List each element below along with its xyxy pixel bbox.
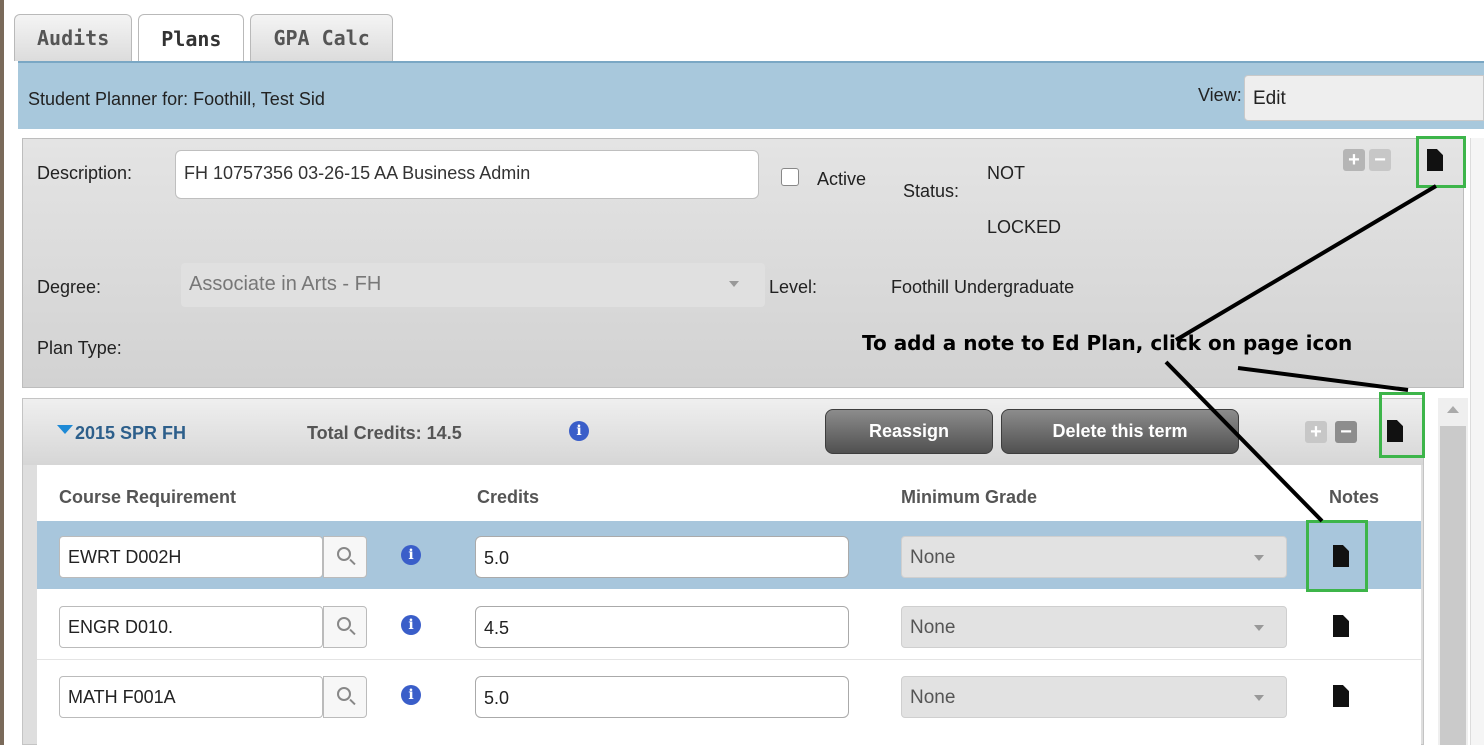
- minimum-grade-select[interactable]: None: [901, 536, 1287, 578]
- course-info-icon[interactable]: i: [401, 615, 421, 635]
- col-credits: Credits: [477, 487, 540, 507]
- row-divider: [37, 659, 1421, 660]
- active-checkbox[interactable]: [781, 168, 799, 186]
- col-course-requirement: Course Requirement: [59, 487, 237, 507]
- course-input[interactable]: MATH F001A: [59, 676, 323, 718]
- remove-plan-button[interactable]: −: [1369, 149, 1391, 171]
- description-input[interactable]: FH 10757356 03-26-15 AA Business Admin: [175, 150, 759, 199]
- tab-plans[interactable]: Plans: [138, 14, 245, 63]
- status-value-line1: NOT: [987, 163, 1025, 183]
- credits-input[interactable]: 5.0: [475, 676, 849, 718]
- course-note-page-icon[interactable]: [1333, 615, 1349, 637]
- add-course-button[interactable]: +: [1305, 421, 1327, 443]
- chevron-down-icon: [1254, 695, 1264, 701]
- search-icon-handle: [349, 558, 356, 566]
- highlight-box-term-note: [1379, 392, 1425, 458]
- col-minimum-grade: Minimum Grade: [901, 487, 1038, 507]
- add-plan-button[interactable]: +: [1343, 149, 1365, 171]
- course-search-button[interactable]: [323, 606, 367, 648]
- scroll-thumb[interactable]: [1440, 426, 1466, 745]
- page-scrollbar[interactable]: [1470, 138, 1484, 745]
- reassign-button[interactable]: Reassign: [825, 409, 993, 454]
- plan-type-label: Plan Type:: [37, 338, 122, 358]
- course-search-button[interactable]: [323, 676, 367, 718]
- active-label: Active: [817, 169, 867, 189]
- description-label: Description:: [37, 163, 133, 183]
- credits-input[interactable]: 5.0: [475, 536, 849, 578]
- view-select[interactable]: Edit: [1244, 75, 1484, 121]
- degree-select[interactable]: Associate in Arts - FH: [181, 263, 765, 307]
- term-title[interactable]: 2015 SPR FH: [75, 423, 186, 444]
- term-header: 2015 SPR FH Total Credits: 14.5 i Reassi…: [23, 399, 1423, 465]
- level-value: Foothill Undergraduate: [891, 277, 1075, 297]
- tab-audits[interactable]: Audits: [14, 14, 133, 61]
- course-note-page-icon[interactable]: [1333, 685, 1349, 707]
- table-row[interactable]: MATH F001A i 5.0 None: [37, 661, 1421, 729]
- course-info-icon[interactable]: i: [401, 685, 421, 705]
- level-label: Level:: [769, 277, 818, 297]
- chevron-down-icon: [1254, 625, 1264, 631]
- degree-label: Degree:: [37, 277, 102, 297]
- minimum-grade-select[interactable]: None: [901, 676, 1287, 718]
- status-value-line2: LOCKED: [987, 217, 1062, 237]
- term-info-icon[interactable]: i: [569, 421, 589, 441]
- page-title: Student Planner for: Foothill, Test Sid: [28, 89, 325, 109]
- term-panel: 2015 SPR FH Total Credits: 14.5 i Reassi…: [22, 398, 1424, 745]
- search-icon-handle: [349, 628, 356, 636]
- term-scrollbar[interactable]: [1438, 398, 1468, 745]
- minimum-grade-select[interactable]: None: [901, 606, 1287, 648]
- scroll-up-arrow-icon[interactable]: [1447, 406, 1459, 413]
- status-label: Status:: [903, 181, 960, 201]
- grade-value: None: [910, 547, 956, 568]
- annotation-callout: To add a note to Ed Plan, click on page …: [862, 331, 1353, 355]
- grade-value: None: [910, 617, 956, 638]
- collapse-caret-icon[interactable]: [57, 425, 73, 434]
- remove-course-button[interactable]: −: [1335, 421, 1357, 443]
- tab-bar: Audits Plans GPA Calc: [14, 14, 393, 63]
- col-notes: Notes: [1329, 487, 1380, 507]
- delete-term-button[interactable]: Delete this term: [1001, 409, 1239, 454]
- chevron-down-icon: [1254, 555, 1264, 561]
- credits-input[interactable]: 4.5: [475, 606, 849, 648]
- course-table: Course Requirement Credits Minimum Grade…: [37, 465, 1421, 745]
- highlight-box-plan-note: [1416, 136, 1466, 188]
- degree-value: Associate in Arts - FH: [189, 273, 382, 295]
- course-info-icon[interactable]: i: [401, 545, 421, 565]
- tab-gpa-calc[interactable]: GPA Calc: [250, 14, 393, 61]
- total-credits: Total Credits: 14.5: [307, 423, 462, 443]
- course-input[interactable]: ENGR D010.: [59, 606, 323, 648]
- highlight-box-course-note: [1306, 520, 1368, 592]
- planner-header: Student Planner for: Foothill, Test Sid …: [18, 61, 1484, 129]
- course-input[interactable]: EWRT D002H: [59, 536, 323, 578]
- grade-value: None: [910, 687, 956, 708]
- view-label: View:: [1198, 85, 1242, 105]
- course-search-button[interactable]: [323, 536, 367, 578]
- chevron-down-icon: [729, 281, 739, 287]
- search-icon-handle: [349, 698, 356, 706]
- table-row[interactable]: EWRT D002H i 5.0 None: [37, 521, 1421, 589]
- table-row[interactable]: ENGR D010. i 4.5 None: [37, 591, 1421, 659]
- left-border: [0, 0, 4, 745]
